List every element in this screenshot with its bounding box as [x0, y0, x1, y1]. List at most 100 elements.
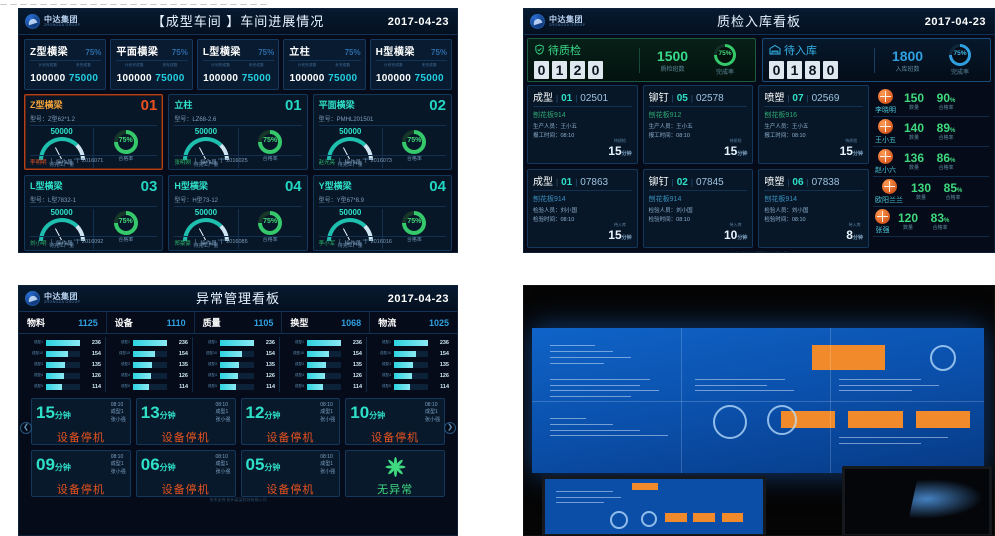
- alarm-card[interactable]: 10分钟 08:10 成型1 张小强 设备停机: [345, 398, 445, 445]
- category-name: 物料: [27, 318, 46, 328]
- bar-row: 成型10 154: [284, 348, 362, 359]
- operator-role: 操作员: [344, 241, 362, 247]
- bar-value: 114: [440, 383, 449, 390]
- tab-percent: 75%: [171, 48, 188, 57]
- bar-label: 成型3: [381, 362, 391, 366]
- alarm-duration: 10分钟: [350, 403, 386, 423]
- kpi-label: 待入库: [784, 44, 817, 57]
- quality-card[interactable]: 喷塑 | 07 | 02569 刨花板916 生产人员：王小五 报工时间：08:10…: [758, 85, 869, 164]
- exception-category[interactable]: 物料 1125: [19, 312, 107, 333]
- rank-row[interactable]: 张强 120 数量 83% 合格率: [873, 207, 989, 237]
- alarm-card[interactable]: 13分钟 08:10 成型1 张小强 设备停机: [135, 398, 236, 445]
- control-room-photograph: [524, 286, 994, 535]
- bar-chart: 成型1 236 成型10 154 成型3 135 成型4 126 成型5 114: [110, 337, 193, 392]
- alarm-meta: 08:10 成型1 张小强: [425, 402, 440, 424]
- rank-qty-label: 数量: [908, 165, 919, 171]
- product-card[interactable]: 立柱 01 型号：LZ68-2.6 50000 0 100000 待完工产量 75…: [168, 94, 308, 170]
- bar-value: 135: [439, 361, 449, 368]
- category-value: 1105: [253, 317, 274, 328]
- rank-row[interactable]: 赵小六 136 数量 86% 合格率: [873, 147, 989, 177]
- rank-row[interactable]: 王小五 140 数量 89% 合格率: [873, 117, 989, 147]
- quality-card[interactable]: 喷塑 | 06 | 07838 刨花板914 检验人员：刘小国 检验时间：08:10…: [758, 169, 869, 248]
- rank-rate: 83%: [930, 211, 950, 225]
- quality-card[interactable]: 成型 | 01 | 02501 刨花板914 生产人员：王小五 报工时间：08:10…: [527, 85, 638, 164]
- chevron-right-icon[interactable]: ❯: [444, 422, 456, 434]
- product-card[interactable]: 平面横梁 02 型号：PMHL201501 50000 0 100000 待完工产…: [312, 94, 452, 170]
- rank-rate: 89%: [936, 121, 956, 135]
- bar-value: 154: [439, 350, 449, 357]
- bar-value: 126: [439, 372, 449, 379]
- bar-row: 成型3 135: [284, 359, 362, 370]
- alarm-card[interactable]: 12分钟 08:10 成型1 张小强 设备停机: [240, 398, 341, 445]
- completion-ring: 75%: [949, 44, 971, 66]
- rank-name: 张强: [875, 226, 890, 234]
- process-name: 铆钉: [648, 177, 669, 188]
- quality-card[interactable]: 铆钉 | 05 | 02578 刨花板912 生产人员：王小五 报工时间：08:10…: [642, 85, 754, 164]
- exception-category[interactable]: 物流 1025: [370, 312, 457, 333]
- kpi-mid-label: 质检班数: [660, 66, 685, 73]
- alarm-card[interactable]: 09分钟 08:10 成型1 张小强 设备停机: [31, 450, 131, 497]
- batch-code: 02569: [811, 93, 840, 104]
- bar-chart: 成型1 236 成型10 154 成型3 135 成型4 126 成型5 114: [23, 337, 106, 392]
- tab-undone-label: 未完成数: [75, 63, 92, 67]
- card-row-person: 检验人员：刘小国: [533, 208, 578, 214]
- product-tab[interactable]: 平面横梁 75% 计划完成数 100000 未完成数 75000: [110, 39, 193, 90]
- alarm-card[interactable]: 无异常: [345, 450, 445, 497]
- product-tab[interactable]: H型横梁 75% 计划完成数 100000 未完成数 75000: [369, 39, 453, 90]
- rank-qty: 150: [903, 91, 925, 105]
- product-name: H型横梁: [174, 181, 208, 191]
- rank-qty: 120: [897, 211, 919, 225]
- rank-qty-label: 数量: [915, 195, 926, 201]
- exception-category[interactable]: 设备 1110: [107, 312, 195, 333]
- bar-value: 236: [91, 339, 101, 346]
- bar-label: 成型4: [33, 373, 43, 377]
- product-tab[interactable]: L型横梁 75% 计划完成数 100000 未完成数 75000: [196, 39, 280, 90]
- alarm-meta: 08:10 成型1 张小强: [111, 402, 126, 424]
- alarm-card[interactable]: 05分钟 08:10 成型1 张小强 设备停机: [240, 450, 341, 497]
- bar-row: 成型4 126: [23, 370, 101, 381]
- wait-badge-value: 15分钟: [608, 144, 632, 158]
- process-name: 喷塑: [764, 177, 785, 188]
- product-card[interactable]: L型横梁 03 型号：L型7832-1 50000 0 100000 待完工产量 …: [24, 175, 164, 251]
- tab-undone-label: 未完成数: [421, 63, 437, 67]
- product-index: 04: [284, 178, 302, 195]
- chevron-left-icon[interactable]: ❮: [20, 422, 32, 434]
- rank-qty-label: 数量: [902, 225, 913, 231]
- product-card[interactable]: H型横梁 04 型号：H型73-12 50000 0 100000 待完工产量 7…: [168, 175, 308, 251]
- product-tab[interactable]: 立柱 75% 计划完成数 100000 未完成数 75000: [283, 39, 366, 90]
- product-card[interactable]: Y型横梁 04 型号：Y型67*8.9 50000 0 100000 待完工产量 …: [312, 175, 452, 251]
- exception-category[interactable]: 换型 1068: [282, 312, 371, 333]
- product-card[interactable]: Z型横梁 01 型号：Z型62*1.2 50000 0 100000 待完工产量 …: [24, 94, 164, 170]
- quality-card[interactable]: 成型 | 01 | 07863 刨花板914 检验人员：刘小国 检验时间：08:10…: [527, 169, 638, 248]
- kpi-digit: 0: [823, 60, 838, 79]
- rank-row[interactable]: 李晓明 150 数量 90% 合格率: [873, 87, 989, 117]
- gauge-value: 50000: [50, 208, 73, 217]
- bar-row: 成型1 236: [23, 337, 101, 348]
- category-name: 物流: [378, 318, 397, 328]
- alarm-meta: 08:10 成型1 张小强: [215, 402, 230, 424]
- rank-rate: 90%: [936, 91, 956, 105]
- batch-code: 07845: [695, 177, 724, 188]
- bar-label: 成型3: [207, 362, 217, 366]
- kpi-mid-label: 入库班数: [895, 66, 920, 73]
- process-index: 07: [792, 93, 804, 104]
- bar-row: 成型4 126: [197, 370, 275, 381]
- rank-rate-label: 合格率: [945, 195, 961, 201]
- alarm-card[interactable]: 06分钟 08:10 成型1 张小强 设备停机: [135, 450, 236, 497]
- quality-card[interactable]: 铆钉 | 02 | 07845 刨花板914 检验人员：刘小国 检验时间：08:10…: [642, 169, 754, 248]
- exception-category-row: 物料 1125 设备 1110 质量 1105 换型 1068 物流 1025: [19, 312, 457, 334]
- rank-rate: 85%: [943, 181, 963, 195]
- alarm-card[interactable]: 15分钟 08:10 成型1 张小强 设备停机: [31, 398, 131, 445]
- bar-value: 154: [91, 350, 101, 357]
- rank-rate-label: 合格率: [938, 135, 954, 141]
- rank-row[interactable]: 欧阳兰兰 130 数量 85% 合格率: [873, 177, 989, 207]
- quality-card-grid: 成型 | 01 | 02501 刨花板914 生产人员：王小五 报工时间：08:10…: [527, 85, 869, 248]
- category-name: 设备: [114, 318, 133, 328]
- exception-category[interactable]: 质量 1105: [195, 312, 283, 333]
- process-name: 成型: [533, 177, 553, 188]
- product-tab[interactable]: Z型横梁 75% 计划完成数 100000 未完成数 75000: [24, 39, 107, 90]
- product-model: 型号：H型73-12: [174, 195, 302, 207]
- tab-plan-value: 100000: [375, 73, 412, 84]
- operator-role: 操作员: [55, 241, 73, 247]
- panel2-title: 质检入库看板: [716, 14, 801, 29]
